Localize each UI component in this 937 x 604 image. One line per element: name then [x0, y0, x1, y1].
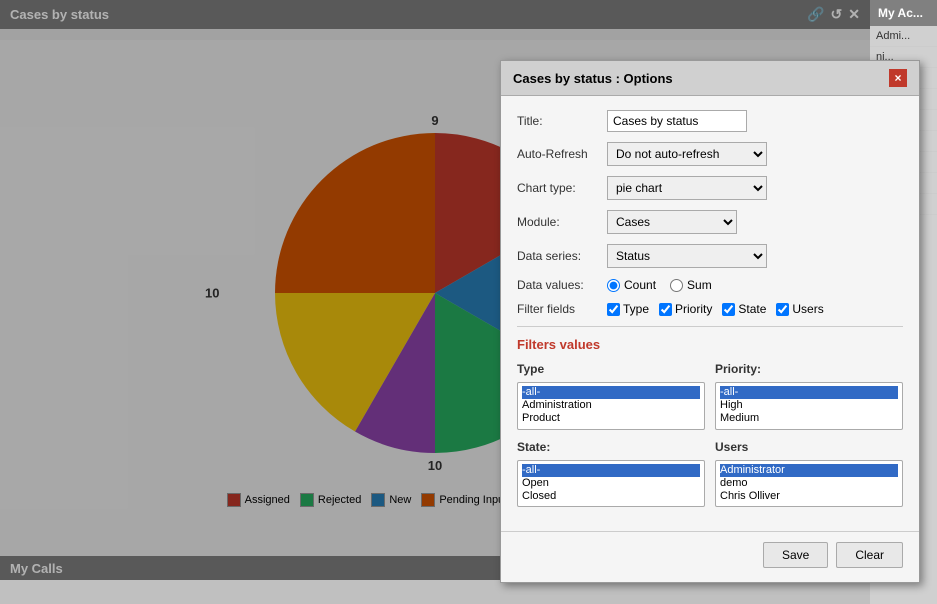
save-button[interactable]: Save — [763, 542, 828, 568]
data-values-label: Data values: — [517, 278, 607, 292]
modal-title-text: Cases by status : Options — [513, 71, 673, 86]
chart-type-label: Chart type: — [517, 181, 607, 195]
module-label: Module: — [517, 215, 607, 229]
users-option-admin: Administrator — [720, 464, 898, 477]
state-checkbox-item[interactable]: State — [722, 302, 766, 316]
data-values-control: Count Sum — [607, 278, 903, 292]
right-panel-title: My Ac... — [870, 0, 937, 26]
type-filter-col: Type -all- Administration Product — [517, 362, 705, 430]
priority-checkbox-item[interactable]: Priority — [659, 302, 712, 316]
type-filter-select[interactable]: -all- Administration Product — [517, 382, 705, 430]
type-option-all: -all- — [522, 386, 700, 399]
priority-checkbox[interactable] — [659, 303, 672, 316]
state-option-all: -all- — [522, 464, 700, 477]
state-option-open: Open — [522, 477, 700, 490]
filter-grid: Type -all- Administration Product Priori… — [517, 362, 903, 507]
auto-refresh-row: Auto-Refresh Do not auto-refresh Every 5… — [517, 142, 903, 166]
state-checkbox[interactable] — [722, 303, 735, 316]
module-control: Cases Calls — [607, 210, 903, 234]
state-filter-col: State: -all- Open Closed — [517, 440, 705, 508]
data-series-label: Data series: — [517, 249, 607, 263]
chart-type-control: pie chart bar chart line chart — [607, 176, 903, 200]
filters-section: Filters values Type -all- Administration… — [517, 326, 903, 507]
priority-checkbox-label: Priority — [675, 302, 712, 316]
priority-filter-col: Priority: -all- High Medium — [715, 362, 903, 430]
priority-filter-select[interactable]: -all- High Medium — [715, 382, 903, 430]
users-checkbox-item[interactable]: Users — [776, 302, 823, 316]
filters-title: Filters values — [517, 337, 903, 352]
users-filter-select[interactable]: Administrator demo Chris Olliver — [715, 460, 903, 508]
modal-close-button[interactable]: × — [889, 69, 907, 87]
users-filter-col: Users Administrator demo Chris Olliver — [715, 440, 903, 508]
type-checkbox[interactable] — [607, 303, 620, 316]
count-label: Count — [624, 278, 656, 292]
data-series-row: Data series: Status Priority — [517, 244, 903, 268]
module-row: Module: Cases Calls — [517, 210, 903, 234]
sum-radio-item[interactable]: Sum — [670, 278, 712, 292]
users-filter-label: Users — [715, 440, 903, 454]
title-field-label: Title: — [517, 114, 607, 128]
auto-refresh-select[interactable]: Do not auto-refresh Every 5 minutes Ever… — [607, 142, 767, 166]
priority-option-medium: Medium — [720, 412, 898, 425]
module-select[interactable]: Cases Calls — [607, 210, 737, 234]
state-filter-label: State: — [517, 440, 705, 454]
chart-type-row: Chart type: pie chart bar chart line cha… — [517, 176, 903, 200]
clear-button[interactable]: Clear — [836, 542, 903, 568]
filter-fields-row: Filter fields Type Priority State Users — [517, 302, 903, 316]
count-radio-item[interactable]: Count — [607, 278, 656, 292]
title-input[interactable] — [607, 110, 747, 132]
filter-fields-label: Filter fields — [517, 302, 607, 316]
priority-option-high: High — [720, 399, 898, 412]
sum-label: Sum — [687, 278, 712, 292]
title-row: Title: — [517, 110, 903, 132]
right-panel-item: Admi... — [870, 26, 937, 47]
type-checkbox-label: Type — [623, 302, 649, 316]
modal-footer: Save Clear — [501, 531, 919, 582]
modal-body: Title: Auto-Refresh Do not auto-refresh … — [501, 96, 919, 521]
options-modal: Cases by status : Options × Title: Auto-… — [500, 60, 920, 583]
users-checkbox[interactable] — [776, 303, 789, 316]
state-filter-select[interactable]: -all- Open Closed — [517, 460, 705, 508]
priority-filter-label: Priority: — [715, 362, 903, 376]
type-option-product: Product — [522, 412, 700, 425]
count-radio[interactable] — [607, 279, 620, 292]
users-checkbox-label: Users — [792, 302, 823, 316]
state-checkbox-label: State — [738, 302, 766, 316]
sum-radio[interactable] — [670, 279, 683, 292]
users-option-chris: Chris Olliver — [720, 490, 898, 503]
filter-fields-control: Type Priority State Users — [607, 302, 903, 316]
auto-refresh-label: Auto-Refresh — [517, 147, 607, 161]
type-filter-label: Type — [517, 362, 705, 376]
type-option-admin: Administration — [522, 399, 700, 412]
users-option-demo: demo — [720, 477, 898, 490]
title-field-control — [607, 110, 903, 132]
data-series-select[interactable]: Status Priority — [607, 244, 767, 268]
data-values-row: Data values: Count Sum — [517, 278, 903, 292]
data-series-control: Status Priority — [607, 244, 903, 268]
chart-type-select[interactable]: pie chart bar chart line chart — [607, 176, 767, 200]
auto-refresh-control: Do not auto-refresh Every 5 minutes Ever… — [607, 142, 903, 166]
type-checkbox-item[interactable]: Type — [607, 302, 649, 316]
modal-title-bar: Cases by status : Options × — [501, 61, 919, 96]
priority-option-all: -all- — [720, 386, 898, 399]
state-option-closed: Closed — [522, 490, 700, 503]
